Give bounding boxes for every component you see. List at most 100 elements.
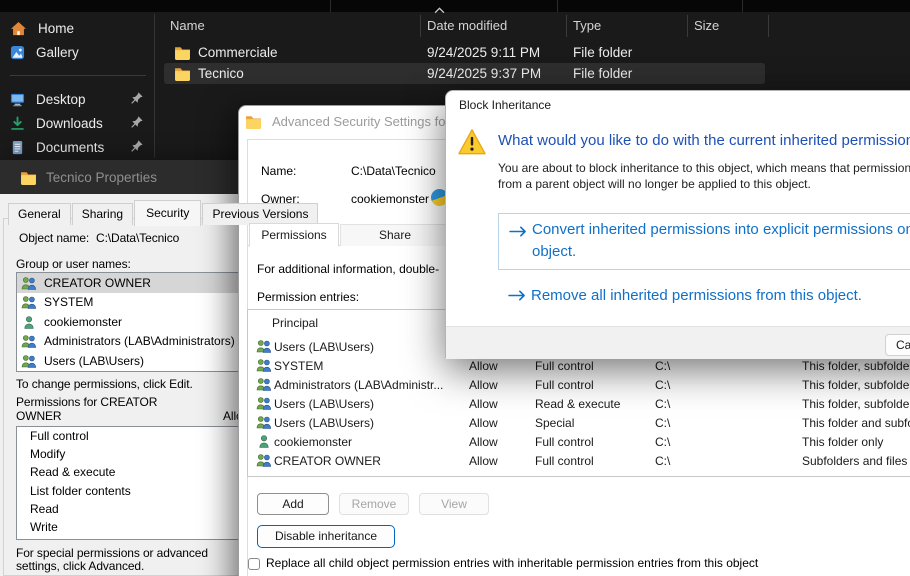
- entry-inherited-from: C:\: [655, 397, 670, 411]
- option-convert-permissions[interactable]: Convert inherited permissions into expli…: [498, 213, 910, 270]
- groups-list-label: Group or user names:: [16, 257, 131, 271]
- entry-applies-to: Subfolders and files only: [802, 454, 910, 468]
- entry-inherited-from: C:\: [655, 359, 670, 373]
- sidebar-item-home[interactable]: Home: [10, 16, 150, 40]
- dual-user-icon: [21, 334, 37, 348]
- block-inheritance-footer: Cancel: [446, 326, 910, 359]
- desktop-icon: [10, 92, 25, 107]
- entry-applies-to: This folder, subfolders and files: [802, 378, 910, 392]
- dual-user-icon: [21, 354, 37, 368]
- pin-icon: [130, 139, 144, 153]
- entry-row[interactable]: Administrators (LAB\Administr... Allow F…: [248, 375, 910, 394]
- cancel-button[interactable]: Cancel: [885, 334, 910, 356]
- sidebar-item-gallery[interactable]: Gallery: [10, 40, 150, 64]
- entry-principal: Users (LAB\Users): [274, 397, 452, 411]
- additional-info-text: For additional information, double-: [257, 262, 439, 276]
- dual-user-icon: [256, 358, 272, 372]
- tab-general[interactable]: General: [8, 203, 71, 225]
- entry-principal: CREATOR OWNER: [274, 454, 452, 468]
- owner-value: cookiemonster: [351, 192, 429, 206]
- replace-permissions-checkbox[interactable]: [248, 558, 260, 570]
- column-header-type[interactable]: Type: [573, 18, 601, 33]
- entry-type: Allow: [469, 435, 498, 449]
- arrow-right-icon: [509, 224, 528, 239]
- option-remove-label: Remove all inherited permissions from th…: [531, 285, 862, 307]
- remove-button[interactable]: Remove: [339, 493, 409, 515]
- entry-inherited-from: C:\: [655, 378, 670, 392]
- entry-applies-to: This folder and subfolders: [802, 416, 910, 430]
- arrow-right-icon: [508, 288, 527, 303]
- entry-row[interactable]: Users (LAB\Users) Allow Read & execute C…: [248, 394, 910, 413]
- permission-label: Write: [30, 520, 58, 534]
- advanced-hint: For special permissions or advanced sett…: [16, 547, 252, 573]
- entry-principal: Users (LAB\Users): [274, 340, 452, 354]
- dual-user-icon: [256, 377, 272, 391]
- file-date: 9/24/2025 9:37 PM: [427, 66, 541, 81]
- entry-principal: cookiemonster: [274, 435, 452, 449]
- column-header-size[interactable]: Size: [694, 18, 719, 33]
- option-remove-permissions[interactable]: Remove all inherited permissions from th…: [498, 285, 910, 309]
- entry-row[interactable]: cookiemonster Allow Full control C:\ Thi…: [248, 432, 910, 451]
- sidebar-item-label: Desktop: [36, 92, 86, 107]
- object-name-value: C:\Data\Tecnico: [96, 231, 179, 245]
- sidebar-item-downloads[interactable]: Downloads: [10, 111, 150, 135]
- permission-label: Read: [30, 502, 59, 516]
- single-user-icon: [21, 315, 37, 329]
- tab-permissions[interactable]: Permissions: [249, 223, 339, 247]
- entry-inherited-from: C:\: [655, 435, 670, 449]
- entry-access: Full control: [535, 359, 594, 373]
- tab-previous-versions[interactable]: Previous Versions: [202, 203, 318, 225]
- file-row-tecnico[interactable]: Tecnico 9/24/2025 9:37 PM File folder: [164, 63, 765, 84]
- tab-sharing[interactable]: Sharing: [72, 203, 133, 225]
- permission-label: Special permissions: [30, 538, 137, 540]
- entry-row[interactable]: CREATOR OWNER Allow Full control C:\ Sub…: [248, 451, 910, 470]
- view-button[interactable]: View: [419, 493, 489, 515]
- group-label: SYSTEM: [44, 295, 93, 309]
- permission-label: Read & execute: [30, 465, 115, 479]
- file-list-header: Name Date modified Type Size: [160, 12, 910, 40]
- file-row-commerciale[interactable]: Commerciale 9/24/2025 9:11 PM File folde…: [164, 42, 765, 63]
- entry-row[interactable]: Users (LAB\Users) Allow Special C:\ This…: [248, 413, 910, 432]
- explorer-sidebar: Home Gallery Desktop Downloads Documents: [0, 12, 160, 160]
- entry-type: Allow: [469, 416, 498, 430]
- column-header-date-modified[interactable]: Date modified: [427, 18, 507, 33]
- disable-inheritance-button[interactable]: Disable inheritance: [257, 525, 395, 548]
- sidebar-separator: [154, 14, 155, 158]
- entry-type: Allow: [469, 454, 498, 468]
- dual-user-icon: [21, 295, 37, 309]
- column-header-name[interactable]: Name: [170, 18, 205, 33]
- add-button[interactable]: Add: [257, 493, 329, 515]
- pin-icon: [130, 115, 144, 129]
- group-label: Administrators (LAB\Administrators): [44, 334, 235, 348]
- permission-entries-label: Permission entries:: [257, 290, 359, 304]
- entry-inherited-from: C:\: [655, 416, 670, 430]
- dual-user-icon: [256, 415, 272, 429]
- group-label: CREATOR OWNER: [44, 276, 151, 290]
- permission-label: Full control: [30, 429, 89, 443]
- sidebar-item-desktop[interactable]: Desktop: [10, 87, 150, 111]
- sidebar-item-label: Gallery: [36, 45, 79, 60]
- object-name-label: Object name:: [19, 231, 89, 245]
- file-name: Tecnico: [198, 66, 244, 81]
- block-inheritance-heading: What would you like to do with the curre…: [498, 132, 910, 149]
- dual-user-icon: [256, 453, 272, 467]
- sidebar-item-documents[interactable]: Documents: [10, 135, 150, 159]
- entry-type: Allow: [469, 378, 498, 392]
- tab-security[interactable]: Security: [134, 200, 201, 226]
- entry-access: Full control: [535, 454, 594, 468]
- file-name: Commerciale: [198, 45, 278, 60]
- column-header-principal[interactable]: Principal: [272, 316, 318, 330]
- folder-icon: [20, 170, 37, 185]
- explorer-toolbar-strip: [0, 0, 910, 12]
- name-value: C:\Data\Tecnico: [351, 164, 436, 178]
- tab-share[interactable]: Share: [340, 224, 450, 246]
- warning-icon: [457, 128, 487, 156]
- edit-hint: To change permissions, click Edit.: [16, 377, 193, 391]
- dual-user-icon: [256, 396, 272, 410]
- entry-access: Full control: [535, 435, 594, 449]
- sidebar-divider: [10, 75, 146, 76]
- screenshot-root: Home Gallery Desktop Downloads Documents: [0, 0, 910, 576]
- permissions-for-label: Permissions for CREATOR OWNER: [16, 395, 168, 423]
- entry-principal: Users (LAB\Users): [274, 416, 452, 430]
- entry-applies-to: This folder, subfolders and files: [802, 397, 910, 411]
